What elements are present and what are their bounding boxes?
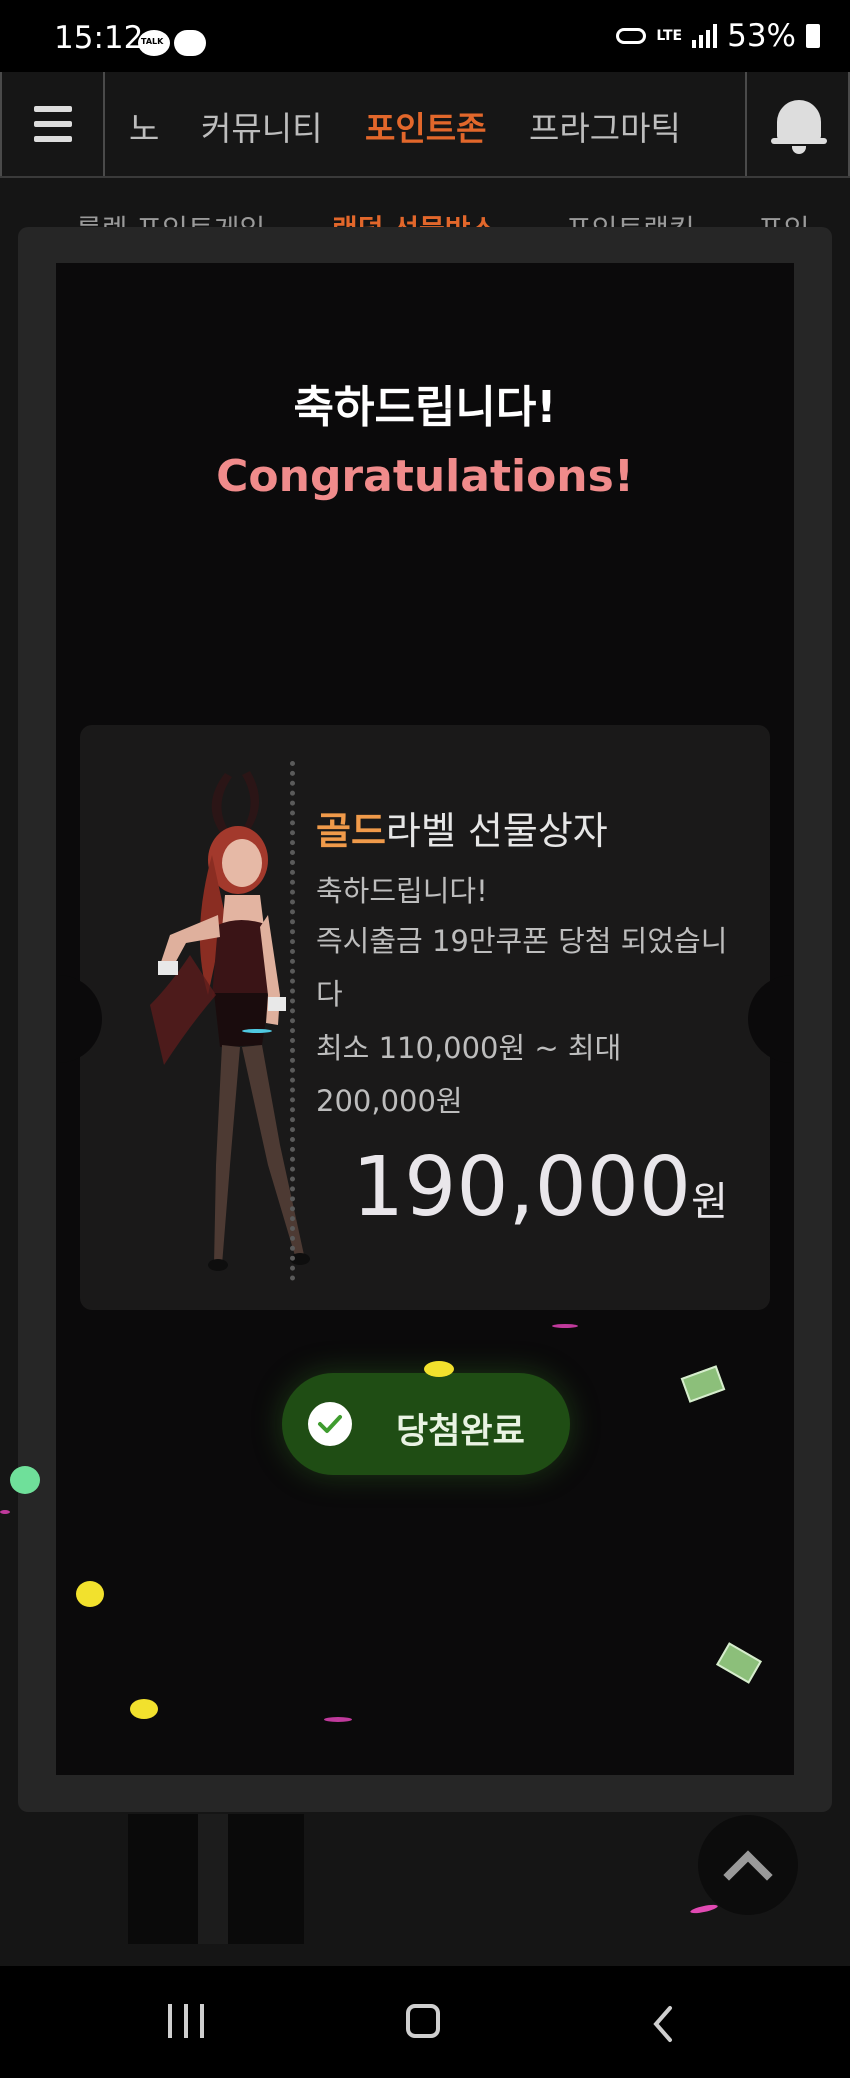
key-icon — [616, 28, 647, 44]
back-button[interactable] — [648, 2004, 678, 2044]
prize-label-highlight: 골드 — [316, 809, 386, 853]
talk-badge: TALK — [141, 37, 164, 46]
confetti — [242, 1029, 272, 1033]
confetti — [130, 1699, 158, 1719]
prize-amount: 190,000원 — [352, 1140, 728, 1235]
prize-congrats: 축하드립니다! — [316, 874, 488, 908]
top-nav: 노 커뮤니티 포인트존 프라그마틱 — [0, 72, 850, 178]
nav-tab-partial[interactable]: 노 — [129, 102, 159, 150]
confetti — [324, 1717, 352, 1722]
menu-icon[interactable] — [0, 72, 105, 176]
battery-percent: 53% — [727, 18, 796, 54]
kakao-talk-icon: TALK — [138, 30, 170, 56]
prize-range: 최소 110,000원 ~ 최대 200,000원 — [316, 1031, 622, 1118]
prize-ticket: 골드라벨 선물상자 축하드립니다! 즉시출금 19만쿠폰 당첨 되었습니다 최소… — [58, 725, 792, 1310]
battery-icon — [806, 24, 820, 48]
notification-button[interactable] — [745, 72, 850, 176]
prize-modal: 축하드립니다! Congratulations! 골드라벨 선물상자 축하드립니… — [56, 263, 794, 1775]
cloud-icon — [174, 30, 206, 56]
nav-tab-point-zone[interactable]: 포인트존 — [365, 102, 486, 150]
money-icon — [716, 1642, 762, 1684]
win-complete-label: 당첨완료 — [396, 1412, 525, 1452]
bell-icon — [777, 100, 821, 140]
confetti — [424, 1361, 454, 1377]
system-nav-bar — [0, 1966, 850, 2078]
clock: 15:12 — [54, 20, 144, 56]
ticket-perforation — [290, 761, 295, 1281]
modal-subtitle: Congratulations! — [216, 451, 634, 502]
status-icons: LTE 53% — [616, 18, 820, 54]
chevron-up-icon — [723, 1850, 773, 1881]
modal-title: 축하드립니다! — [293, 382, 557, 433]
confetti — [689, 1903, 719, 1915]
money-icon — [680, 1365, 726, 1403]
signal-icon — [692, 24, 718, 48]
prize-label: 골드라벨 선물상자 — [316, 800, 608, 855]
home-button[interactable] — [406, 2004, 440, 2038]
nav-tab-pragmatic[interactable]: 프라그마틱 — [529, 102, 681, 150]
prize-description: 즉시출금 19만쿠폰 당첨 되었습니다 — [316, 924, 728, 1011]
currency-label: 원 — [691, 1179, 728, 1225]
win-complete-button[interactable]: 당첨완료 — [282, 1373, 570, 1475]
confetti — [10, 1466, 40, 1494]
nav-tab-community[interactable]: 커뮤니티 — [201, 102, 322, 150]
scroll-top-button[interactable] — [698, 1815, 798, 1915]
confetti — [0, 1510, 10, 1514]
check-icon — [308, 1402, 352, 1446]
nav-tabs: 노 커뮤니티 포인트존 프라그마틱 — [105, 72, 745, 176]
confetti — [552, 1324, 578, 1328]
lte-indicator: LTE — [656, 28, 683, 44]
recents-button[interactable] — [168, 2004, 204, 2038]
status-bar: 15:12 TALK LTE 53% — [0, 0, 850, 72]
prize-label-rest: 라벨 선물상자 — [385, 809, 608, 853]
confetti — [76, 1581, 104, 1607]
